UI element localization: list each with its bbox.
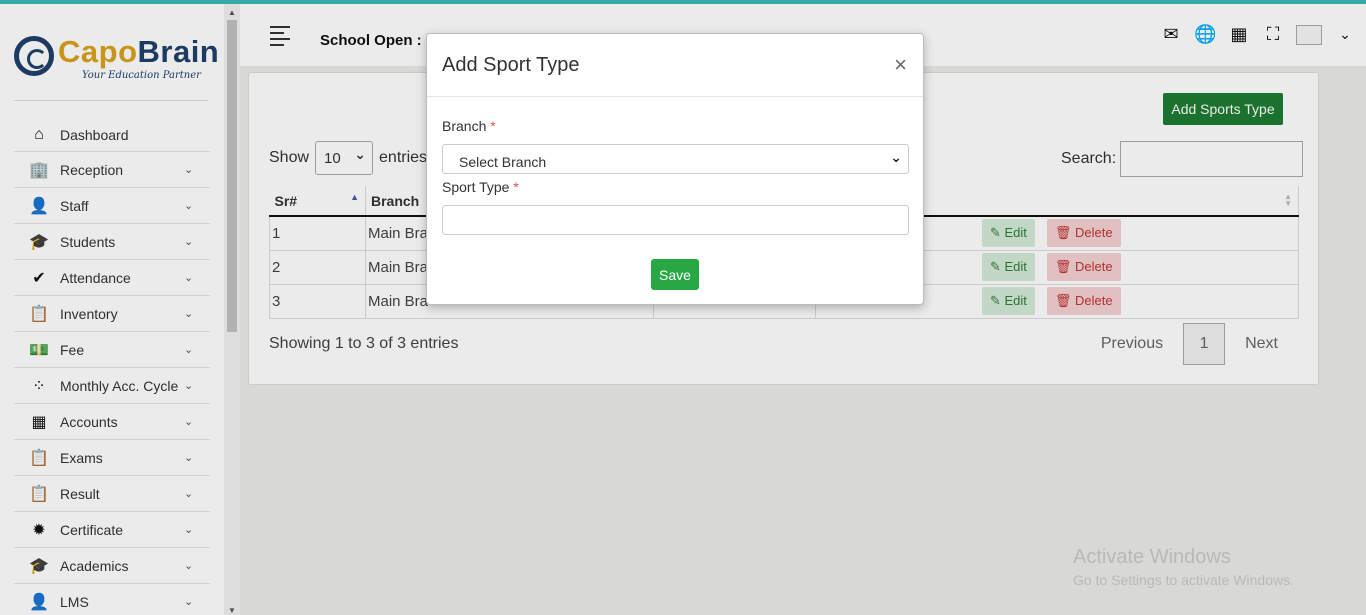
- branch-label: Branch *: [442, 118, 496, 134]
- branch-select[interactable]: Select Branch ⌄: [442, 144, 909, 174]
- close-icon[interactable]: ×: [894, 52, 907, 78]
- divider: [427, 96, 923, 97]
- modal-title: Add Sport Type: [442, 54, 580, 76]
- add-sport-type-modal: Add Sport Type × Branch * Select Branch …: [426, 33, 924, 305]
- sport-type-label: Sport Type *: [442, 179, 519, 195]
- chevron-down-icon: ⌄: [890, 149, 902, 165]
- windows-activation-watermark: Activate Windows Go to Settings to activ…: [1073, 546, 1294, 588]
- sport-type-input[interactable]: [442, 205, 909, 235]
- save-button[interactable]: Save: [651, 259, 699, 290]
